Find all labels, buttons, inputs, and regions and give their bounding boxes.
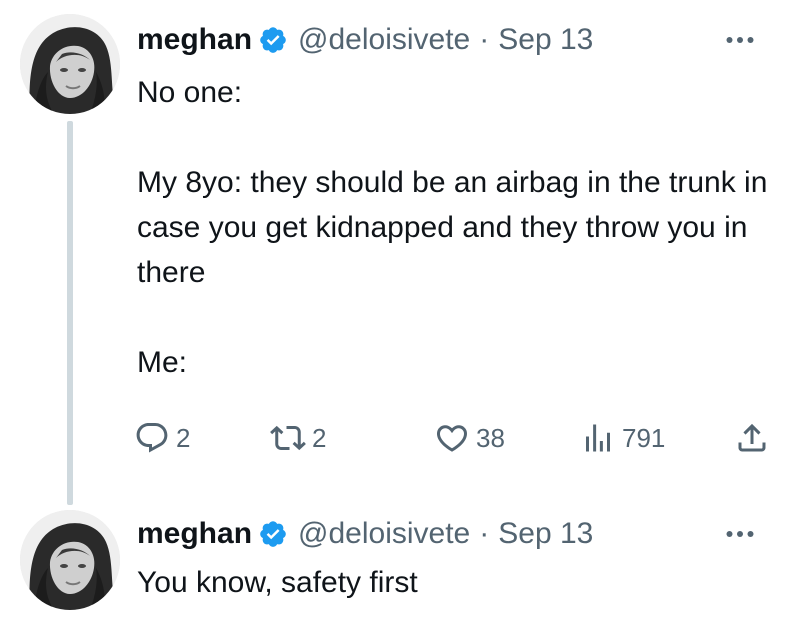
verified-badge-icon[interactable] xyxy=(258,519,288,549)
avatar[interactable] xyxy=(20,510,120,610)
thread-line xyxy=(67,121,73,505)
retweet-button[interactable]: 2 xyxy=(270,416,326,460)
tweet-date[interactable]: Sep 13 xyxy=(498,514,593,554)
views-button[interactable]: 791 xyxy=(580,416,665,460)
author-name[interactable]: meghan xyxy=(137,514,252,554)
tweet-text: You know, safety first xyxy=(137,566,418,599)
tweet[interactable]: meghan @deloisivete · Sep 13 You know, s… xyxy=(0,500,800,631)
share-button[interactable] xyxy=(734,416,770,460)
retweet-count: 2 xyxy=(312,422,327,453)
author-name[interactable]: meghan xyxy=(137,20,252,60)
like-button[interactable]: 38 xyxy=(434,416,505,460)
reply-icon xyxy=(136,423,168,453)
tweet-date[interactable]: Sep 13 xyxy=(498,20,593,60)
tweet-header: meghan @deloisivete · Sep 13 xyxy=(137,20,593,60)
retweet-icon xyxy=(270,425,306,451)
separator: · xyxy=(479,23,490,56)
more-options-icon[interactable] xyxy=(722,516,758,552)
views-icon xyxy=(586,424,610,452)
avatar-photo xyxy=(20,14,120,114)
like-count: 38 xyxy=(476,422,505,453)
action-bar: 2 2 38 791 xyxy=(134,416,784,460)
reply-button[interactable]: 2 xyxy=(134,416,190,460)
author-handle[interactable]: @deloisivete xyxy=(298,514,470,554)
more-options-icon[interactable] xyxy=(722,22,758,58)
separator: · xyxy=(479,517,490,550)
reply-count: 2 xyxy=(176,422,191,453)
heart-icon xyxy=(436,425,468,452)
tweet-text: No one: My 8yo: they should be an airbag… xyxy=(137,76,768,379)
author-handle[interactable]: @deloisivete xyxy=(298,20,470,60)
avatar[interactable] xyxy=(20,14,120,114)
avatar-photo xyxy=(20,510,120,610)
share-icon xyxy=(738,423,766,452)
tweet[interactable]: meghan @deloisivete · Sep 13 No one: My … xyxy=(0,0,800,505)
verified-badge-icon[interactable] xyxy=(258,25,288,55)
tweet-header: meghan @deloisivete · Sep 13 xyxy=(137,514,593,554)
views-count: 791 xyxy=(622,422,666,453)
